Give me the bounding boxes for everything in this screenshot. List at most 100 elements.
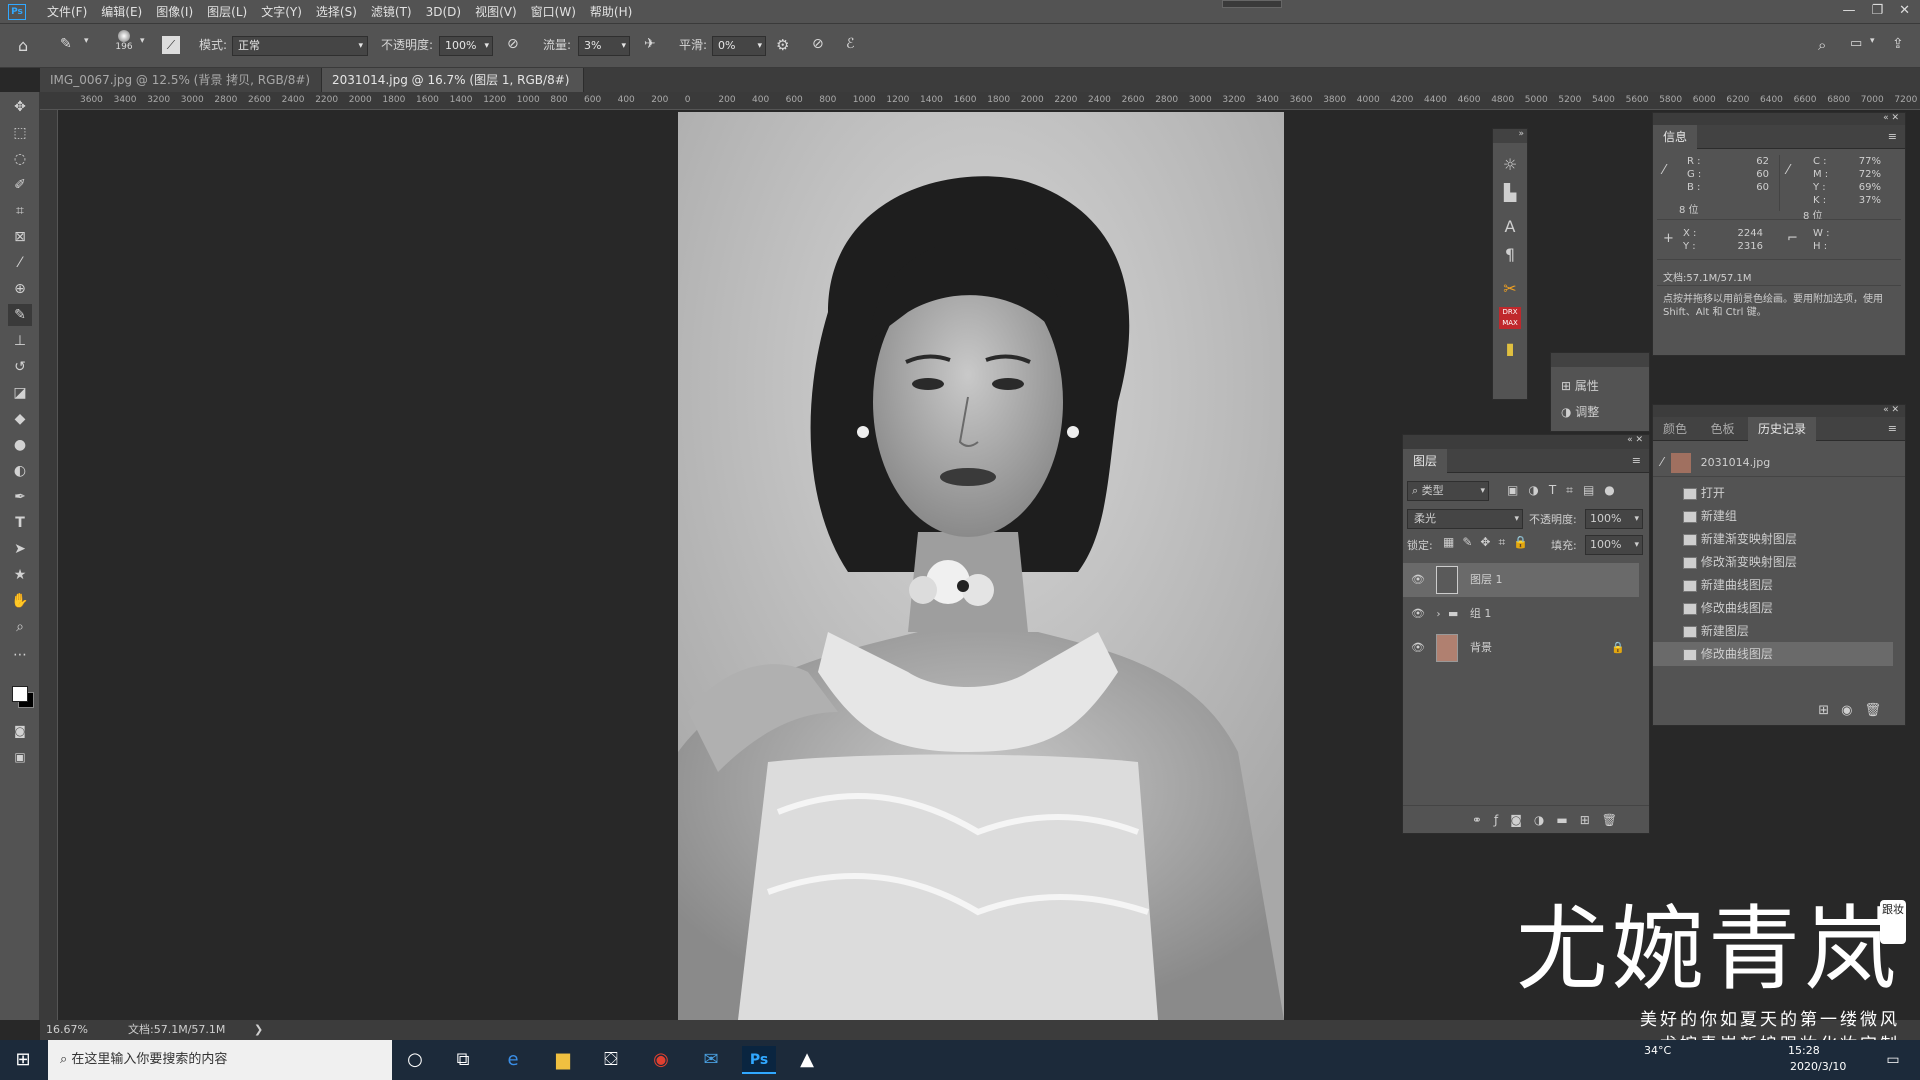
- minimize-button[interactable]: —: [1842, 0, 1855, 22]
- history-brush-tool-icon[interactable]: ↺: [8, 356, 32, 378]
- menu-layer[interactable]: 图层(L): [200, 0, 254, 24]
- chevron-down-icon[interactable]: ▾: [1870, 36, 1875, 46]
- home-icon[interactable]: ⌂: [18, 36, 28, 55]
- brush-size-picker[interactable]: 196: [114, 30, 134, 52]
- screen-mode-icon[interactable]: ▣: [8, 746, 32, 768]
- history-snapshot[interactable]: ⁄ 2031014.jpg: [1653, 447, 1905, 477]
- hand-tool-icon[interactable]: ✋: [8, 590, 32, 612]
- pressure-size-icon[interactable]: ⊘: [812, 36, 824, 52]
- workspace-icon[interactable]: ▭: [1850, 36, 1862, 51]
- airbrush-icon[interactable]: ✈: [644, 36, 656, 52]
- history-item[interactable]: 新建图层: [1653, 619, 1905, 643]
- marquee-tool-icon[interactable]: ⬚: [8, 122, 32, 144]
- path-select-tool-icon[interactable]: ➤: [8, 538, 32, 560]
- task-view-icon[interactable]: ⧉: [446, 1046, 480, 1074]
- chevron-down-icon[interactable]: ▾: [140, 36, 145, 46]
- brush-tool-preset-icon[interactable]: ✎: [60, 36, 72, 52]
- chrome-icon[interactable]: ◉: [644, 1046, 678, 1074]
- frame-tool-icon[interactable]: ⊠: [8, 226, 32, 248]
- mail-icon[interactable]: ✉: [694, 1046, 728, 1074]
- search-icon[interactable]: ⌕: [1818, 36, 1826, 54]
- snapshot-camera-icon[interactable]: ◉: [1841, 703, 1864, 718]
- taskbar-search[interactable]: ⌕ 在这里输入你要搜索的内容: [48, 1040, 392, 1080]
- lock-position-icon[interactable]: ✥: [1480, 535, 1498, 549]
- paragraph-icon[interactable]: ¶: [1493, 241, 1527, 269]
- filter-adjustment-icon[interactable]: ◑: [1528, 483, 1548, 497]
- histogram-icon[interactable]: ▙: [1493, 179, 1527, 207]
- restore-button[interactable]: ❐: [1871, 0, 1883, 22]
- lasso-tool-icon[interactable]: ◌: [8, 148, 32, 170]
- layer-opacity-input[interactable]: 100% ▾: [1585, 509, 1643, 529]
- type-tool-icon[interactable]: T: [8, 512, 32, 534]
- history-item[interactable]: 新建曲线图层: [1653, 573, 1905, 597]
- paint-bucket-tool-icon[interactable]: ◆: [8, 408, 32, 430]
- layer-row-group1[interactable]: 👁 › ▬ 组 1: [1403, 599, 1639, 629]
- mode-select[interactable]: 正常 ▾: [232, 36, 368, 56]
- pen-tool-icon[interactable]: ✒: [8, 486, 32, 508]
- filter-toggle-icon[interactable]: ●: [1604, 483, 1624, 497]
- filter-type-icon[interactable]: T: [1549, 483, 1566, 497]
- layer-filter-select[interactable]: ⌕ 类型 ▾: [1407, 481, 1489, 501]
- gear-icon[interactable]: ⚙: [776, 36, 789, 54]
- zoom-level[interactable]: 16.67%: [46, 1020, 88, 1040]
- tab-img0067[interactable]: IMG_0067.jpg @ 12.5% (背景 拷贝, RGB/8#) * ×: [40, 68, 322, 111]
- dodge-tool-icon[interactable]: ◐: [8, 460, 32, 482]
- menu-help[interactable]: 帮助(H): [583, 0, 639, 24]
- expand-chevron-icon[interactable]: ›: [1436, 609, 1440, 620]
- menu-view[interactable]: 视图(V): [468, 0, 524, 24]
- brush-settings-icon[interactable]: ⟋: [162, 36, 180, 54]
- history-brush-icon[interactable]: ⁄: [1661, 455, 1663, 469]
- smoothing-input[interactable]: 0% ▾: [712, 36, 766, 56]
- zoom-tool-icon[interactable]: ⌕: [8, 616, 32, 638]
- clock-time[interactable]: 15:28: [1788, 1044, 1820, 1057]
- shape-tool-icon[interactable]: ★: [8, 564, 32, 586]
- pressure-opacity-icon[interactable]: ⊘: [507, 36, 519, 52]
- fill-input[interactable]: 100% ▾: [1585, 535, 1643, 555]
- tab-history[interactable]: 历史记录: [1748, 417, 1817, 441]
- trash-icon[interactable]: 🗑: [1602, 813, 1629, 827]
- plugin-logo-icon[interactable]: DRX MAX: [1499, 307, 1521, 329]
- new-layer-icon[interactable]: ⊞: [1580, 813, 1602, 827]
- add-mask-icon[interactable]: ◙: [1510, 813, 1534, 827]
- tab-info[interactable]: 信息: [1653, 125, 1698, 149]
- quick-mask-icon[interactable]: ◙: [8, 720, 32, 742]
- fx-icon[interactable]: ƒ: [1494, 813, 1510, 827]
- history-item[interactable]: 修改曲线图层: [1653, 596, 1905, 620]
- history-item[interactable]: 新建渐变映射图层: [1653, 527, 1905, 551]
- photos-icon[interactable]: ▲: [790, 1046, 824, 1074]
- tab-color[interactable]: 颜色: [1653, 417, 1697, 441]
- panel-menu-icon[interactable]: ≡: [1632, 449, 1649, 473]
- menu-3d[interactable]: 3D(D): [419, 0, 468, 24]
- foreground-color-swatch[interactable]: [12, 686, 28, 702]
- brushes-plugin-icon[interactable]: ▮: [1493, 335, 1527, 363]
- clock-date[interactable]: 2020/3/10: [1790, 1060, 1846, 1073]
- visibility-eye-icon[interactable]: 👁: [1411, 573, 1425, 586]
- trash-icon[interactable]: 🗑: [1864, 703, 1893, 718]
- layer-row-background[interactable]: 👁 背景 🔒: [1403, 631, 1639, 665]
- notification-icon[interactable]: ▭: [1876, 1046, 1910, 1074]
- flow-input[interactable]: 3% ▾: [578, 36, 630, 56]
- menu-image[interactable]: 图像(I): [149, 0, 200, 24]
- menu-file[interactable]: 文件(F): [40, 0, 94, 24]
- healing-brush-tool-icon[interactable]: ⊕: [8, 278, 32, 300]
- adjust-icon[interactable]: ☼: [1493, 151, 1527, 179]
- cortana-icon[interactable]: ○: [398, 1046, 432, 1074]
- blur-tool-icon[interactable]: ●: [8, 434, 32, 456]
- menu-select[interactable]: 选择(S): [309, 0, 364, 24]
- blend-mode-select[interactable]: 柔光 ▾: [1407, 509, 1523, 529]
- document-photo[interactable]: [678, 112, 1284, 1020]
- workspace-handle[interactable]: [1222, 0, 1282, 8]
- symmetry-butterfly-icon[interactable]: ℰ: [846, 36, 854, 52]
- move-tool-icon[interactable]: ✥: [8, 96, 32, 118]
- tab-layers[interactable]: 图层: [1403, 449, 1448, 473]
- share-icon[interactable]: ⇪: [1892, 36, 1904, 52]
- history-item[interactable]: 修改渐变映射图层: [1653, 550, 1905, 574]
- layer-row-layer1[interactable]: 👁 图层 1: [1403, 563, 1639, 597]
- tab-2031014[interactable]: 2031014.jpg @ 16.7% (图层 1, RGB/8#) * ×: [322, 68, 584, 111]
- opacity-input[interactable]: 100% ▾: [439, 36, 493, 56]
- properties-item[interactable]: ⊞ 属性: [1561, 373, 1639, 399]
- menu-filter[interactable]: 滤镜(T): [364, 0, 419, 24]
- file-explorer-icon[interactable]: ▆: [546, 1046, 580, 1074]
- plugin-tools-icon[interactable]: ✂: [1493, 275, 1527, 303]
- menu-window[interactable]: 窗口(W): [524, 0, 583, 24]
